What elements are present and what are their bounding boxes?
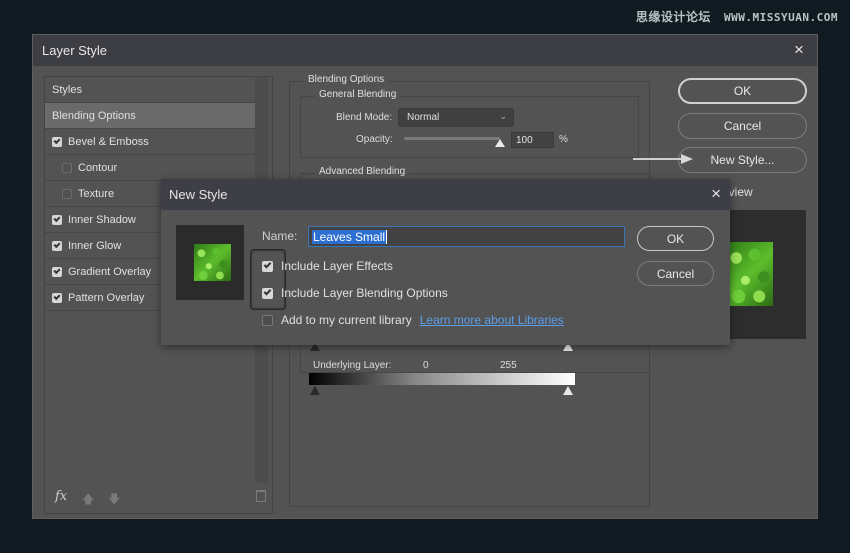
include-layer-effects-label: Include Layer Effects xyxy=(281,259,393,273)
style-item-label: Texture xyxy=(78,187,115,200)
style-item-label: Gradient Overlay xyxy=(68,265,152,278)
style-item-styles[interactable]: Styles xyxy=(45,77,256,103)
name-input[interactable]: Leaves Small xyxy=(308,226,625,247)
dialog-title: Layer Style xyxy=(42,43,108,58)
blend-mode-select[interactable]: Normal ⌄ xyxy=(398,108,514,127)
layer-style-titlebar: Layer Style × xyxy=(33,35,817,66)
cancel-button[interactable]: Cancel xyxy=(678,113,807,139)
opacity-slider-thumb[interactable] xyxy=(495,139,505,147)
style-checkbox[interactable] xyxy=(52,214,62,225)
watermark-en: WWW.MISSYUAN.COM xyxy=(724,11,838,24)
underlying-layer-max: 255 xyxy=(500,360,517,371)
style-item-label: Bevel & Emboss xyxy=(68,135,149,148)
fx-icon[interactable]: fx xyxy=(55,489,67,504)
new-style-titlebar: New Style × xyxy=(161,179,730,210)
style-thumbnail xyxy=(176,225,244,300)
general-blending-legend: General Blending xyxy=(315,89,401,100)
style-item-label: Contour xyxy=(78,161,118,174)
blend-mode-value: Normal xyxy=(407,112,440,123)
opacity-unit: % xyxy=(559,134,568,145)
style-checkbox[interactable] xyxy=(52,240,62,251)
underlying-layer-label: Underlying Layer: xyxy=(313,360,392,371)
preview-image xyxy=(727,242,773,306)
thumbnail-image xyxy=(194,244,231,281)
move-down-icon[interactable]: 🡇 xyxy=(108,490,120,511)
close-icon[interactable]: × xyxy=(789,40,809,60)
add-to-library-option[interactable]: Add to my current library Learn more abo… xyxy=(262,313,564,327)
style-checkbox[interactable] xyxy=(62,162,72,173)
include-blending-options-option[interactable]: Include Layer Blending Options xyxy=(262,286,448,300)
add-to-library-checkbox[interactable] xyxy=(262,314,273,326)
underlying-black-slider[interactable] xyxy=(310,386,320,395)
close-icon[interactable]: × xyxy=(711,184,721,204)
cancel-label: Cancel xyxy=(723,119,762,133)
include-blending-options-label: Include Layer Blending Options xyxy=(281,286,448,300)
include-blending-options-checkbox[interactable] xyxy=(262,287,273,299)
advanced-blending-legend: Advanced Blending xyxy=(315,166,410,177)
text-caret xyxy=(386,229,388,244)
style-checkbox[interactable] xyxy=(52,292,62,303)
new-style-cancel-label: Cancel xyxy=(656,266,695,281)
new-style-label: New Style... xyxy=(710,153,775,167)
style-item-blending-options[interactable]: Blending Options xyxy=(45,103,256,129)
learn-more-link[interactable]: Learn more about Libraries xyxy=(420,313,564,327)
underlying-layer-gradient[interactable] xyxy=(309,373,575,385)
blending-options-legend: Blending Options xyxy=(304,74,389,85)
general-blending-group: General Blending Blend Mode: Normal ⌄ Op… xyxy=(300,89,639,158)
add-to-library-label: Add to my current library xyxy=(281,313,412,327)
style-checkbox[interactable] xyxy=(52,136,62,147)
blend-mode-label: Blend Mode: xyxy=(336,112,393,123)
move-up-icon[interactable]: 🡅 xyxy=(82,490,94,511)
new-style-dialog: New Style × Name: Leaves Small Include L… xyxy=(161,179,730,345)
ok-button[interactable]: OK xyxy=(678,78,807,104)
trash-icon[interactable] xyxy=(256,490,266,502)
opacity-slider[interactable] xyxy=(404,137,500,140)
new-style-ok-label: OK xyxy=(666,231,685,246)
watermark: 思缘设计论坛 WWW.MISSYUAN.COM xyxy=(636,8,838,25)
style-item-label: Inner Glow xyxy=(68,239,122,252)
include-layer-effects-checkbox[interactable] xyxy=(262,260,273,272)
watermark-cn: 思缘设计论坛 xyxy=(635,10,711,24)
underlying-white-slider[interactable] xyxy=(563,386,573,395)
new-style-cancel-button[interactable]: Cancel xyxy=(637,261,714,286)
style-item-label: Styles xyxy=(52,83,82,96)
chevron-down-icon: ⌄ xyxy=(499,111,507,121)
new-style-ok-button[interactable]: OK xyxy=(637,226,714,251)
new-style-title: New Style xyxy=(169,187,228,202)
style-item-contour[interactable]: Contour xyxy=(45,155,256,181)
ok-label: OK xyxy=(733,84,752,98)
style-checkbox[interactable] xyxy=(62,188,72,199)
opacity-label: Opacity: xyxy=(356,134,393,145)
annotation-arrow-line xyxy=(633,158,683,160)
style-checkbox[interactable] xyxy=(52,266,62,277)
new-style-button[interactable]: New Style... xyxy=(678,147,807,173)
name-value: Leaves Small xyxy=(312,229,387,244)
include-layer-effects-option[interactable]: Include Layer Effects xyxy=(262,259,393,273)
style-item-label: Pattern Overlay xyxy=(68,291,145,304)
preview-box xyxy=(717,210,806,339)
style-item-bevel-emboss[interactable]: Bevel & Emboss xyxy=(45,129,256,155)
annotation-arrow-head xyxy=(681,154,693,164)
opacity-value: 100 xyxy=(516,134,533,146)
style-item-label: Inner Shadow xyxy=(68,213,136,226)
styles-footer: fx 🡅 🡇 xyxy=(45,483,272,513)
name-label: Name: xyxy=(262,229,298,243)
style-item-label: Blending Options xyxy=(52,109,136,122)
opacity-input[interactable]: 100 xyxy=(511,132,554,148)
underlying-layer-min: 0 xyxy=(423,360,429,371)
